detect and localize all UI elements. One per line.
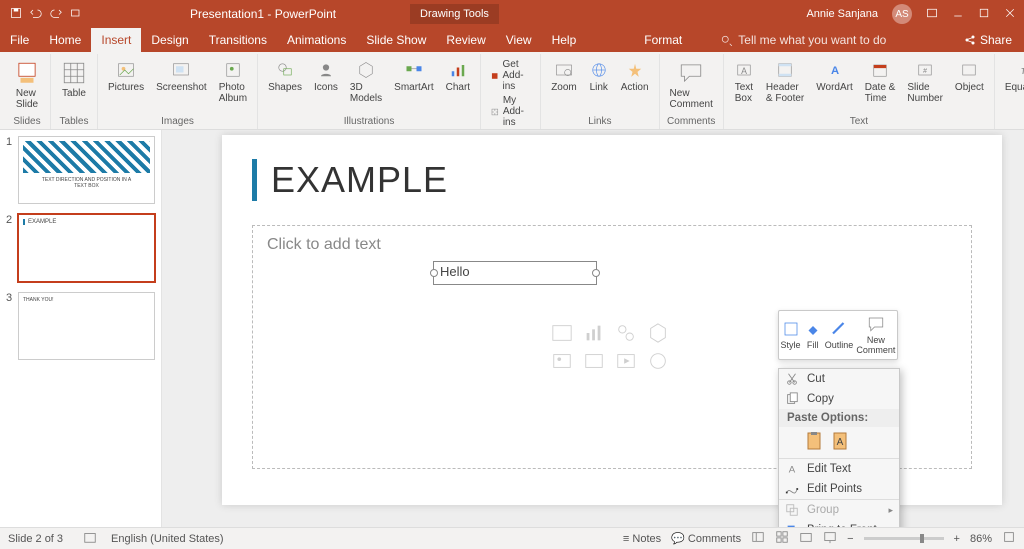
thumbnail-slide-3[interactable]: THANK YOU! — [18, 292, 155, 360]
placeholder-icons[interactable] — [551, 322, 673, 372]
selected-text-box[interactable]: Hello — [433, 261, 597, 285]
tab-design[interactable]: Design — [141, 28, 198, 52]
svg-text:A: A — [837, 437, 844, 448]
placeholder-text: Click to add text — [267, 236, 957, 254]
pictures-button[interactable]: Pictures — [104, 58, 148, 95]
thumbnail-slide-1[interactable]: TEXT DIRECTION AND POSITION IN ATEXT BOX — [18, 136, 155, 204]
my-addins-button[interactable]: My Add-ins — [487, 94, 534, 129]
shapes-button[interactable]: Shapes — [264, 58, 306, 95]
undo-icon[interactable] — [30, 7, 42, 22]
menu-copy[interactable]: Copy — [779, 389, 899, 409]
thumbnail-slide-2[interactable]: EXAMPLE — [18, 214, 155, 282]
outline-button[interactable]: Outline — [825, 320, 854, 350]
tab-format[interactable]: Format — [634, 28, 692, 52]
close-icon[interactable] — [1004, 7, 1016, 22]
slide-position[interactable]: Slide 2 of 3 — [8, 533, 63, 545]
style-button[interactable]: Style — [781, 320, 801, 350]
redo-icon[interactable] — [50, 7, 62, 22]
save-icon[interactable] — [10, 7, 22, 22]
fit-to-window-icon[interactable] — [1002, 530, 1016, 547]
ribbon-tabs: File Home Insert Design Transitions Anim… — [0, 28, 1024, 52]
context-menu: Cut Copy Paste Options: A AEdit Text Edi… — [778, 368, 900, 527]
tell-me-placeholder: Tell me what you want to do — [738, 33, 886, 47]
paste-text-only-icon[interactable]: A — [831, 431, 851, 454]
tab-help[interactable]: Help — [542, 28, 587, 52]
new-comment-button[interactable]: New Comment — [666, 58, 717, 112]
zoom-out-button[interactable]: − — [847, 533, 853, 545]
tab-file[interactable]: File — [0, 28, 39, 52]
menu-group: Group — [779, 499, 899, 520]
start-from-beginning-icon[interactable] — [70, 7, 82, 22]
3d-models-button[interactable]: 3D Models — [346, 58, 386, 106]
user-name[interactable]: Annie Sanjana — [806, 8, 878, 20]
quick-access-toolbar — [4, 7, 82, 22]
get-addins-button[interactable]: Get Add-ins — [487, 58, 534, 93]
new-slide-button[interactable]: New Slide — [10, 58, 44, 112]
new-comment-mini-button[interactable]: New Comment — [856, 315, 895, 355]
zoom-percent[interactable]: 86% — [970, 533, 992, 545]
zoom-button[interactable]: Zoom — [547, 58, 581, 95]
svg-text:A: A — [741, 66, 747, 76]
svg-text:#: # — [923, 68, 927, 75]
slide-canvas-area[interactable]: EXAMPLE Click to add text Hello Style — [162, 130, 1024, 527]
header-footer-button[interactable]: Header & Footer — [762, 58, 808, 106]
tab-view[interactable]: View — [496, 28, 542, 52]
tab-insert[interactable]: Insert — [91, 28, 141, 52]
ribbon: New Slide Slides Table Tables Pictures S… — [0, 52, 1024, 130]
slide-number-button[interactable]: #Slide Number — [903, 58, 947, 106]
titlebar: Presentation1 - PowerPoint Drawing Tools… — [0, 0, 1024, 28]
menu-cut[interactable]: Cut — [779, 369, 899, 389]
svg-text:A: A — [830, 65, 838, 77]
tell-me-search[interactable]: Tell me what you want to do — [720, 28, 886, 52]
text-box-button[interactable]: AText Box — [730, 58, 758, 106]
tab-home[interactable]: Home — [39, 28, 91, 52]
equation-button[interactable]: πEquation — [1001, 58, 1024, 95]
fill-button[interactable]: Fill — [804, 320, 822, 350]
action-button[interactable]: Action — [617, 58, 653, 95]
slide-sorter-view-icon[interactable] — [775, 530, 789, 547]
chart-button[interactable]: Chart — [442, 58, 474, 95]
spellcheck-icon[interactable] — [83, 530, 97, 547]
link-button[interactable]: Link — [585, 58, 613, 95]
menu-edit-points[interactable]: Edit Points — [779, 479, 899, 499]
language-status[interactable]: English (United States) — [111, 533, 224, 545]
menu-bring-to-front[interactable]: Bring to Front — [779, 520, 899, 527]
share-button[interactable]: Share — [952, 28, 1024, 52]
menu-edit-text[interactable]: AEdit Text — [779, 458, 899, 479]
tab-review[interactable]: Review — [436, 28, 495, 52]
wordart-button[interactable]: AWordArt — [812, 58, 857, 95]
comments-button[interactable]: 💬 Comments — [671, 532, 741, 545]
tab-slideshow[interactable]: Slide Show — [356, 28, 436, 52]
photo-album-button[interactable]: Photo Album — [215, 58, 251, 106]
zoom-in-button[interactable]: + — [954, 533, 960, 545]
document-title: Presentation1 - PowerPoint — [190, 7, 336, 21]
mini-toolbar[interactable]: Style Fill Outline New Comment — [778, 310, 898, 360]
zoom-slider[interactable] — [864, 537, 944, 540]
work-area: 1 TEXT DIRECTION AND POSITION IN ATEXT B… — [0, 130, 1024, 527]
screenshot-button[interactable]: Screenshot — [152, 58, 211, 95]
smartart-button[interactable]: SmartArt — [390, 58, 437, 95]
reading-view-icon[interactable] — [799, 530, 813, 547]
normal-view-icon[interactable] — [751, 530, 765, 547]
icons-button[interactable]: Icons — [310, 58, 342, 95]
tab-animations[interactable]: Animations — [277, 28, 356, 52]
date-time-button[interactable]: Date & Time — [861, 58, 900, 106]
ribbon-display-options-icon[interactable] — [926, 7, 938, 22]
svg-text:A: A — [789, 465, 796, 476]
slideshow-view-icon[interactable] — [823, 530, 837, 547]
maximize-icon[interactable] — [978, 7, 990, 22]
object-button[interactable]: Object — [951, 58, 988, 95]
contextual-tab-label: Drawing Tools — [410, 4, 499, 24]
slide-title[interactable]: EXAMPLE — [252, 159, 972, 201]
table-button[interactable]: Table — [57, 58, 91, 101]
status-bar: Slide 2 of 3 English (United States) ≡ N… — [0, 527, 1024, 549]
minimize-icon[interactable] — [952, 7, 964, 22]
user-avatar[interactable]: AS — [892, 4, 912, 24]
notes-button[interactable]: ≡ Notes — [623, 533, 661, 545]
slide-thumbnail-pane[interactable]: 1 TEXT DIRECTION AND POSITION IN ATEXT B… — [0, 130, 162, 527]
tab-transitions[interactable]: Transitions — [199, 28, 277, 52]
paste-keep-source-icon[interactable] — [805, 431, 825, 454]
menu-paste-options-header: Paste Options: — [779, 409, 899, 427]
